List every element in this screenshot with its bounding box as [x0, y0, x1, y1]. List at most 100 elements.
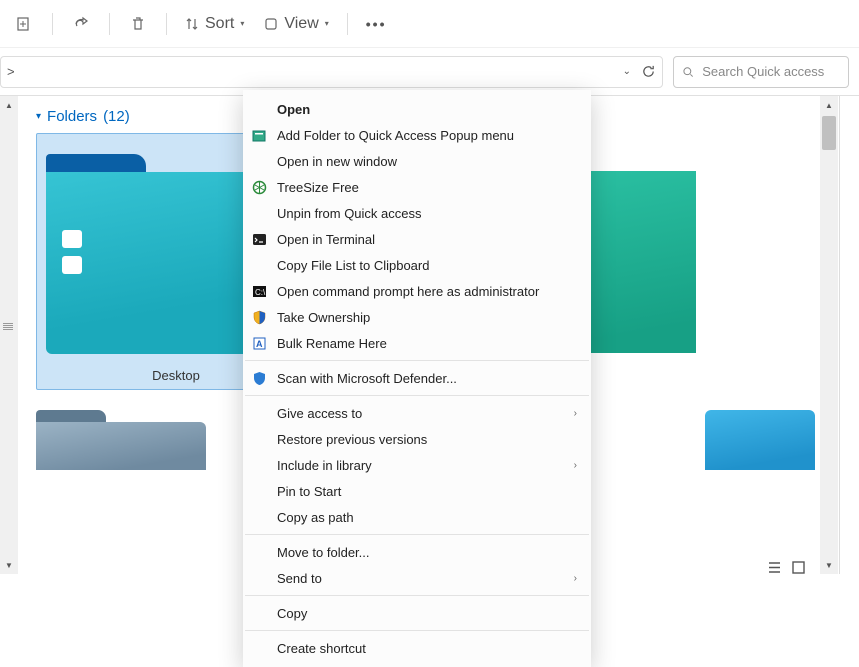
- menu-item-label: Open command prompt here as administrato…: [277, 284, 539, 299]
- scroll-up-icon[interactable]: ▲: [820, 96, 838, 114]
- menu-item[interactable]: Send to ›: [243, 565, 591, 591]
- menu-item-label: Open: [277, 102, 310, 117]
- search-input[interactable]: [702, 64, 840, 79]
- new-icon: [16, 16, 32, 32]
- submenu-arrow-icon: ›: [574, 573, 577, 584]
- svg-text:C:\: C:\: [255, 288, 266, 297]
- large-view-icon[interactable]: [791, 560, 807, 574]
- menu-item-label: Open in Terminal: [277, 232, 375, 247]
- chevron-down-icon: ▾: [240, 19, 244, 28]
- submenu-arrow-icon: ›: [574, 408, 577, 419]
- separator: [52, 13, 53, 35]
- menu-item-label: Bulk Rename Here: [277, 336, 387, 351]
- folder-item[interactable]: [36, 410, 206, 470]
- new-button[interactable]: [6, 6, 42, 42]
- view-icon: [264, 17, 278, 31]
- menu-separator: [245, 595, 589, 596]
- menu-item[interactable]: Open in Terminal: [243, 226, 591, 252]
- view-label: View: [284, 15, 318, 33]
- menu-item[interactable]: Restore previous versions: [243, 426, 591, 452]
- folders-count: (12): [103, 108, 130, 125]
- menu-item-label: Create shortcut: [277, 641, 366, 656]
- menu-separator: [245, 395, 589, 396]
- menu-item[interactable]: Open in new window: [243, 148, 591, 174]
- menu-separator: [245, 360, 589, 361]
- search-box[interactable]: [673, 56, 849, 88]
- more-button[interactable]: •••: [358, 6, 395, 42]
- folder-item[interactable]: [705, 410, 815, 470]
- address-row: > ⌄: [0, 48, 859, 96]
- scroll-down-icon[interactable]: ▼: [0, 556, 18, 574]
- folders-label: Folders: [47, 108, 97, 125]
- refresh-button[interactable]: [641, 64, 656, 79]
- cmd-icon: C:\: [251, 283, 267, 299]
- terminal-icon: [251, 231, 267, 247]
- details-view-icon[interactable]: [767, 560, 783, 574]
- menu-item-label: Scan with Microsoft Defender...: [277, 371, 457, 386]
- menu-item[interactable]: Scan with Microsoft Defender...: [243, 365, 591, 391]
- nav-scrollbar[interactable]: ▲ ▼: [0, 96, 18, 574]
- menu-item[interactable]: Create shortcut: [243, 635, 591, 661]
- scroll-track[interactable]: [820, 114, 838, 556]
- menu-item-label: TreeSize Free: [277, 180, 359, 195]
- menu-item[interactable]: C:\ Open command prompt here as administr…: [243, 278, 591, 304]
- menu-item[interactable]: Pin to Start: [243, 478, 591, 504]
- separator: [347, 13, 348, 35]
- menu-item[interactable]: Unpin from Quick access: [243, 200, 591, 226]
- menu-item[interactable]: Copy File List to Clipboard: [243, 252, 591, 278]
- separator: [166, 13, 167, 35]
- menu-item[interactable]: Copy: [243, 600, 591, 626]
- menu-item[interactable]: Copy as path: [243, 504, 591, 530]
- menu-item-label: Restore previous versions: [277, 432, 427, 447]
- menu-item[interactable]: Take Ownership: [243, 304, 591, 330]
- pane-scrollbar[interactable]: ▲ ▼: [820, 96, 838, 574]
- share-icon: [73, 16, 89, 32]
- scroll-up-icon[interactable]: ▲: [0, 96, 18, 114]
- menu-item-label: Open in new window: [277, 154, 397, 169]
- sort-label: Sort: [205, 15, 234, 33]
- menu-item[interactable]: Move to folder...: [243, 539, 591, 565]
- svg-text:A: A: [256, 339, 263, 349]
- toolbar: Sort ▾ View ▾ •••: [0, 0, 859, 48]
- trash-icon: [130, 16, 146, 32]
- menu-item-label: Take Ownership: [277, 310, 370, 325]
- more-icon: •••: [366, 16, 387, 32]
- share-button[interactable]: [63, 6, 99, 42]
- folder-label: Desktop: [152, 362, 200, 389]
- scroll-down-icon[interactable]: ▼: [820, 556, 838, 574]
- menu-separator: [245, 534, 589, 535]
- breadcrumb: >: [7, 64, 15, 79]
- sort-icon: [185, 17, 199, 31]
- view-toggles: [767, 560, 807, 574]
- menu-item[interactable]: Open: [243, 96, 591, 122]
- menu-separator: [245, 630, 589, 631]
- menu-item[interactable]: Add Folder to Quick Access Popup menu: [243, 122, 591, 148]
- address-bar[interactable]: > ⌄: [0, 56, 663, 88]
- delete-button[interactable]: [120, 6, 156, 42]
- menu-item[interactable]: A Bulk Rename Here: [243, 330, 591, 356]
- window-edge: [839, 96, 859, 574]
- popup-icon: [251, 127, 267, 143]
- menu-item[interactable]: TreeSize Free: [243, 174, 591, 200]
- separator: [109, 13, 110, 35]
- menu-item-label: Send to: [277, 571, 322, 586]
- shield-icon: [251, 309, 267, 325]
- menu-item-label: Move to folder...: [277, 545, 370, 560]
- menu-item[interactable]: Give access to›: [243, 400, 591, 426]
- menu-item-label: Unpin from Quick access: [277, 206, 422, 221]
- collapse-icon: ▾: [36, 111, 41, 122]
- chevron-down-icon: ▾: [325, 19, 329, 28]
- addr-dropdown[interactable]: ⌄: [623, 66, 631, 77]
- view-button[interactable]: View ▾: [256, 6, 336, 42]
- menu-item-label: Include in library: [277, 458, 372, 473]
- search-icon: [682, 65, 694, 79]
- menu-item-label: Copy: [277, 606, 307, 621]
- sort-button[interactable]: Sort ▾: [177, 6, 252, 42]
- rename-icon: A: [251, 335, 267, 351]
- refresh-icon: [641, 64, 656, 79]
- scroll-track[interactable]: [0, 114, 18, 556]
- menu-item[interactable]: Include in library ›: [243, 452, 591, 478]
- menu-item-label: Add Folder to Quick Access Popup menu: [277, 128, 514, 143]
- submenu-arrow-icon: ›: [574, 460, 577, 471]
- context-menu: Open Add Folder to Quick Access Popup men…: [243, 90, 591, 667]
